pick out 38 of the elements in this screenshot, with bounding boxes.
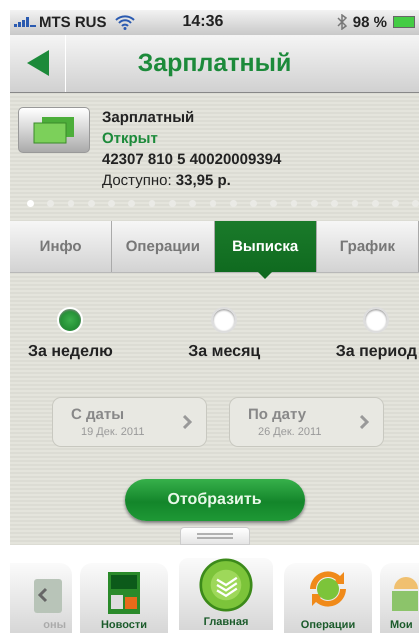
battery-percent: 98 % [352, 14, 387, 31]
tab-bar-item[interactable]: Мои [380, 563, 419, 633]
clock: 14:36 [182, 13, 224, 32]
period-option[interactable]: За месяц [188, 307, 260, 362]
tab[interactable]: Инфо [10, 220, 112, 272]
date-label: С даты [71, 406, 126, 424]
date-label: По дату [248, 406, 308, 424]
tab[interactable]: График [316, 220, 419, 272]
account-number: 42307 810 5 40020009394 [102, 150, 282, 170]
date-value: 19 Дек. 2011 [81, 426, 146, 438]
show-button[interactable]: Отобразить [124, 479, 304, 522]
radio-button[interactable] [363, 307, 390, 334]
back-triangle-icon [26, 50, 48, 76]
screen-title: Зарплатный [136, 48, 292, 78]
tab-bar-item[interactable]: Главная [176, 555, 276, 633]
available-balance: 33,95 р. [176, 172, 231, 189]
battery-icon [393, 16, 415, 28]
drawer-handle[interactable] [180, 527, 250, 545]
chevron-icon [183, 415, 192, 430]
radio-button[interactable] [211, 307, 238, 334]
tab-pointer [258, 272, 272, 280]
chevron-icon [360, 415, 369, 430]
date-value: 26 Дек. 2011 [258, 426, 322, 438]
period-option[interactable]: За период [336, 307, 417, 362]
page-dot[interactable] [27, 200, 34, 208]
tab-bar-item[interactable]: Новости [80, 563, 168, 633]
account-name: Зарплатный [102, 108, 196, 128]
signal-icon [14, 17, 36, 28]
tab[interactable]: Операции [112, 220, 214, 272]
account-status: Открыт [102, 128, 159, 149]
banknotes-icon [18, 106, 90, 153]
bluetooth-icon [336, 14, 347, 30]
available-label: Доступно: [102, 172, 172, 189]
carrier-name: MTS RUS [39, 14, 106, 31]
tab-bar-item[interactable]: Операции [284, 563, 372, 633]
period-option[interactable]: За неделю [28, 307, 113, 362]
newspaper-icon [107, 571, 141, 615]
wifi-icon [114, 14, 134, 30]
